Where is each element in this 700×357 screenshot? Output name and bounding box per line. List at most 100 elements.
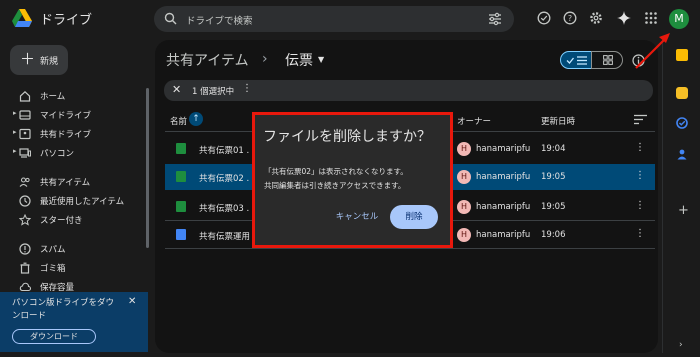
owner-name: hanamaripfu — [476, 202, 531, 212]
sidebar-item-spam[interactable]: スパム — [8, 241, 148, 257]
tune-icon[interactable] — [488, 12, 502, 26]
expand-arrow-icon[interactable]: ▸ — [13, 128, 17, 136]
svg-text:?: ? — [568, 14, 572, 23]
file-name[interactable]: 共有伝票運用 . — [199, 230, 255, 242]
search-input[interactable]: ドライブで検索 — [186, 13, 253, 27]
sidebar-item-label: ホーム — [40, 92, 66, 102]
sidebar-item-label: 共有ドライブ — [40, 130, 92, 140]
apps-grid-icon[interactable] — [644, 11, 658, 25]
sidebar-item-trash[interactable]: ゴミ箱 — [8, 260, 148, 276]
delete-button[interactable]: 削除 — [390, 205, 438, 229]
new-button[interactable]: ＋ 新規 — [10, 45, 68, 75]
annotation-arrow-icon — [635, 33, 670, 69]
my-drive-icon — [19, 110, 31, 120]
shared-people-icon — [19, 177, 30, 187]
expand-arrow-icon[interactable]: ▸ — [13, 147, 17, 155]
keep-app-icon[interactable] — [676, 87, 688, 99]
settings-icon[interactable] — [589, 11, 603, 25]
expand-arrow-icon[interactable]: ▸ — [13, 109, 17, 117]
search-bar[interactable]: ドライブで検索 — [154, 6, 514, 32]
desktop-download-banner: パソコン版ドライブをダウンロード ✕ ダウンロード — [0, 292, 148, 352]
sidebar-item-label: 共有アイテム — [40, 178, 91, 188]
sort-arrow-icon[interactable]: ↑ — [189, 112, 203, 126]
offline-status-icon[interactable] — [537, 11, 551, 25]
modified-date: 19:05 — [541, 172, 566, 182]
star-icon — [19, 214, 31, 226]
new-button-label: 新規 — [40, 57, 59, 67]
list-view-toggle[interactable] — [560, 51, 592, 69]
sidebar-item-shared-drives[interactable]: ▸ 共有ドライブ — [8, 126, 148, 142]
dialog-title: ファイルを削除しますか？ — [263, 129, 431, 145]
owner-name: hanamaripfu — [476, 144, 531, 154]
gemini-icon[interactable] — [617, 11, 631, 25]
file-name[interactable]: 共有伝票01 . — [199, 144, 249, 156]
owner-avatar: H — [457, 200, 471, 214]
account-avatar[interactable]: M — [669, 9, 689, 29]
more-vert-icon[interactable]: ⋮ — [635, 170, 645, 181]
more-vert-icon[interactable]: ⋮ — [242, 83, 252, 94]
selection-count: 1 個選択中 — [192, 87, 235, 97]
close-icon[interactable]: ✕ — [128, 296, 136, 307]
grid-icon — [603, 55, 613, 65]
clear-selection-icon[interactable]: ✕ — [172, 83, 181, 96]
modified-date: 19:06 — [541, 230, 566, 240]
docs-file-icon — [176, 229, 186, 240]
column-header-modified[interactable]: 更新日時 — [541, 115, 575, 127]
sidebar-item-starred[interactable]: スター付き — [8, 212, 148, 228]
check-list-icon — [566, 56, 587, 65]
tasks-app-icon[interactable] — [676, 117, 688, 129]
sidebar-item-label: パソコン — [40, 149, 75, 159]
file-name[interactable]: 共有伝票02 . — [199, 172, 249, 184]
grid-view-toggle[interactable] — [591, 51, 623, 69]
sidebar-item-label: 最近使用したアイテム — [40, 197, 125, 207]
modified-date: 19:05 — [541, 202, 566, 212]
breadcrumb-shared[interactable]: 共有アイテム — [166, 50, 249, 70]
computer-icon — [19, 148, 31, 158]
app-title[interactable]: ドライブ — [40, 9, 92, 28]
more-vert-icon[interactable]: ⋮ — [635, 228, 645, 239]
sidebar-item-label: マイドライブ — [40, 111, 92, 121]
calendar-app-icon[interactable] — [676, 49, 688, 61]
chevron-right-icon[interactable]: › — [679, 340, 683, 350]
more-vert-icon[interactable]: ⋮ — [635, 200, 645, 211]
owner-avatar: H — [457, 228, 471, 242]
sidebar-item-my-drive[interactable]: ▸ マイドライブ — [8, 107, 148, 123]
side-panel-divider — [662, 40, 663, 353]
contacts-app-icon[interactable] — [676, 148, 688, 160]
sidebar-item-shared-with-me[interactable]: 共有アイテム — [8, 174, 148, 190]
sidebar-item-label: スパム — [40, 245, 66, 255]
column-header-owner[interactable]: オーナー — [457, 115, 491, 127]
more-vert-icon[interactable]: ⋮ — [635, 142, 645, 153]
breadcrumb-current-folder[interactable]: 伝票 — [285, 50, 313, 70]
sidebar-item-computers[interactable]: ▸ パソコン — [8, 145, 148, 161]
download-button[interactable]: ダウンロード — [12, 329, 96, 344]
home-icon — [19, 90, 31, 102]
drive-logo-icon[interactable] — [12, 9, 32, 27]
sidebar-item-home[interactable]: ホーム — [8, 88, 148, 104]
modified-date: 19:04 — [541, 144, 566, 154]
owner-name: hanamaripfu — [476, 172, 531, 182]
sheets-file-icon — [176, 201, 186, 212]
sheets-file-icon — [176, 143, 186, 154]
sidebar-item-recent[interactable]: 最近使用したアイテム — [8, 193, 148, 209]
shared-drive-icon — [19, 128, 31, 140]
cancel-button[interactable]: キャンセル — [330, 208, 384, 226]
trash-icon — [20, 262, 30, 274]
clock-icon — [19, 195, 31, 207]
plus-icon: ＋ — [20, 50, 36, 68]
spam-icon — [19, 243, 31, 255]
dialog-message-line1: 「共有伝票02」は表示されなくなります。 — [264, 167, 408, 176]
sidebar-scrollbar[interactable] — [146, 88, 149, 248]
banner-text: パソコン版ドライブをダウンロード — [12, 298, 115, 321]
owner-name: hanamaripfu — [476, 230, 531, 240]
search-icon[interactable] — [164, 12, 177, 25]
sort-options-icon[interactable] — [634, 114, 647, 125]
sheets-file-icon — [176, 171, 186, 182]
owner-avatar: H — [457, 170, 471, 184]
help-icon[interactable]: ? — [563, 11, 577, 25]
add-app-icon[interactable]: + — [678, 203, 689, 218]
column-header-name[interactable]: 名前 — [170, 115, 187, 127]
chevron-down-icon[interactable]: ▼ — [318, 55, 324, 64]
breadcrumb-separator: › — [262, 51, 268, 67]
file-name[interactable]: 共有伝票03 . — [199, 202, 249, 214]
